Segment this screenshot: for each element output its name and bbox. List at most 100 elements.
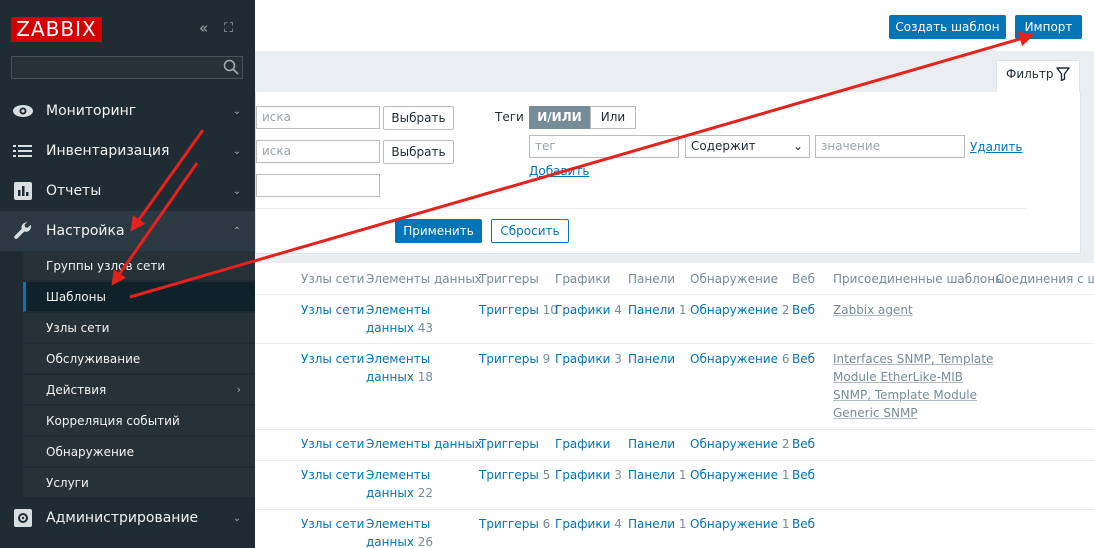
row-discovery-link[interactable]: Обнаружение 6 xyxy=(690,350,789,368)
filter-tab[interactable]: Фильтр xyxy=(996,60,1080,93)
menu-reports[interactable]: Отчеты ⌄ xyxy=(0,171,255,211)
menu-configuration[interactable]: Настройка ⌃ xyxy=(0,211,255,251)
create-template-button[interactable]: Создать шаблон xyxy=(889,15,1006,39)
row-hosts-link[interactable]: Узлы сети xyxy=(301,466,364,484)
row-graphs-link[interactable]: Графики xyxy=(555,435,610,453)
submenu-services[interactable]: Услуги xyxy=(23,468,255,498)
row-discovery-link[interactable]: Обнаружение 1 xyxy=(690,515,789,533)
chevron-down-icon: ⌄ xyxy=(232,145,242,157)
tag-value-input[interactable]: значение xyxy=(815,135,965,158)
chevron-right-icon: › xyxy=(236,383,241,396)
row-graphs-link[interactable]: Графики 4 xyxy=(555,515,622,533)
row-hosts-link[interactable]: Узлы сети xyxy=(301,435,364,453)
row-divider xyxy=(255,294,1094,295)
submenu-event-correlation[interactable]: Корреляция событий xyxy=(23,406,255,436)
row-dashboards-link[interactable]: Панели 1 xyxy=(628,301,687,319)
tag-name-input[interactable]: тег xyxy=(529,135,679,158)
template-name-input[interactable] xyxy=(256,174,380,197)
linked-template-link[interactable]: Zabbix agent xyxy=(833,301,913,319)
linked-template-link[interactable]: Module EtherLike-MIB xyxy=(833,368,963,386)
zabbix-logo[interactable]: ZABBIX xyxy=(11,17,102,42)
row-web-link[interactable]: Веб xyxy=(792,466,815,484)
search-icon[interactable] xyxy=(222,58,240,76)
row-triggers-link[interactable]: Триггеры 9 xyxy=(479,350,550,368)
apply-filter-button[interactable]: Применить xyxy=(395,219,482,243)
tags-and-or-toggle[interactable]: И/ИЛИ xyxy=(529,106,590,129)
submenu-hosts[interactable]: Узлы сети xyxy=(23,313,255,343)
submenu-actions[interactable]: Действия › xyxy=(23,375,255,405)
row-graphs-link[interactable]: Графики 3 xyxy=(555,350,622,368)
linked-template-link[interactable]: Interfaces SNMP, Template xyxy=(833,350,993,368)
menu-administration[interactable]: Администрирование ⌄ xyxy=(0,498,255,538)
row-triggers-link[interactable]: Триггеры xyxy=(479,435,539,453)
collapse-sidebar-icon[interactable]: « xyxy=(199,19,208,37)
column-header-hosts[interactable]: Узлы сети xyxy=(301,272,364,286)
column-header-dashboards[interactable]: Панели xyxy=(628,272,675,286)
submenu-templates[interactable]: Шаблоны xyxy=(23,282,255,312)
submenu-maintenance[interactable]: Обслуживание xyxy=(23,344,255,374)
row-divider xyxy=(255,343,1094,344)
wrench-icon xyxy=(0,221,46,241)
tag-operator-value: Содержит xyxy=(691,139,756,153)
select-linked-templates-button[interactable]: Выбрать xyxy=(383,140,454,164)
submenu-host-groups[interactable]: Группы узлов сети xyxy=(23,251,255,281)
row-divider xyxy=(255,460,1094,461)
row-dashboards-link[interactable]: Панели 1 xyxy=(628,515,687,533)
linked-template-link[interactable]: Generic SNMP xyxy=(833,404,918,422)
reset-filter-button[interactable]: Сбросить xyxy=(491,219,569,243)
menu-configuration-label: Настройка xyxy=(46,223,125,239)
select-template-group-button[interactable]: Выбрать xyxy=(383,106,454,130)
submenu-actions-label: Действия xyxy=(46,383,107,397)
column-header-items[interactable]: Элементы данных xyxy=(366,272,482,286)
configuration-submenu: Группы узлов сети Шаблоны Узлы сети Обсл… xyxy=(0,251,255,498)
row-hosts-link[interactable]: Узлы сети xyxy=(301,350,364,368)
menu-monitoring-label: Мониторинг xyxy=(46,103,137,119)
row-graphs-link[interactable]: Графики 3 xyxy=(555,466,622,484)
submenu-discovery[interactable]: Обнаружение xyxy=(23,437,255,467)
kiosk-mode-icon[interactable]: ⛶ xyxy=(224,21,233,36)
template-group-input[interactable]: иска xyxy=(256,106,380,129)
column-header-linked-templates[interactable]: Присоединенные шаблоны xyxy=(833,272,1005,286)
chevron-down-icon: ⌄ xyxy=(792,139,803,153)
remove-tag-link[interactable]: Удалить xyxy=(970,140,1023,154)
tag-operator-select[interactable]: Содержит ⌄ xyxy=(685,135,810,158)
row-dashboards-link[interactable]: Панели 1 xyxy=(628,466,687,484)
row-hosts-link[interactable]: Узлы сети xyxy=(301,301,364,319)
row-hosts-link[interactable]: Узлы сети xyxy=(301,515,364,533)
import-button[interactable]: Импорт xyxy=(1015,15,1082,39)
row-items-link[interactable]: Элементы данных xyxy=(366,435,482,453)
row-items-link[interactable]: Элементы данных 18 xyxy=(366,350,433,386)
row-triggers-link[interactable]: Триггеры 6 xyxy=(479,515,550,533)
row-discovery-link[interactable]: Обнаружение 1 xyxy=(690,466,789,484)
row-triggers-link[interactable]: Триггеры 10 xyxy=(479,301,558,319)
row-graphs-link[interactable]: Графики 4 xyxy=(555,301,622,319)
row-items-link[interactable]: Элементы данных 43 xyxy=(366,301,433,337)
row-web-link[interactable]: Веб xyxy=(792,515,815,533)
row-triggers-link[interactable]: Триггеры 5 xyxy=(479,466,550,484)
row-divider xyxy=(255,429,1094,430)
column-header-discovery[interactable]: Обнаружение xyxy=(690,272,778,286)
linked-template-link[interactable]: SNMP, Template Module xyxy=(833,386,977,404)
row-web-link[interactable]: Веб xyxy=(792,350,815,368)
filter-panel: иска Выбрать иска Выбрать Теги И/ИЛИ Или… xyxy=(255,92,1081,254)
row-dashboards-link[interactable]: Панели xyxy=(628,435,675,453)
row-dashboards-link[interactable]: Панели xyxy=(628,350,675,368)
row-web-link[interactable]: Веб xyxy=(792,301,815,319)
menu-inventory[interactable]: Инвентаризация ⌄ xyxy=(0,131,255,171)
add-tag-link[interactable]: Добавить xyxy=(529,164,589,178)
row-items-link[interactable]: Элементы данных 22 xyxy=(366,466,433,502)
linked-templates-input[interactable]: иска xyxy=(256,140,380,163)
menu-monitoring[interactable]: Мониторинг ⌄ xyxy=(0,91,255,131)
row-items-link[interactable]: Элементы данных 26 xyxy=(366,515,433,548)
row-web-link[interactable]: Веб xyxy=(792,435,815,453)
column-header-web[interactable]: Веб xyxy=(792,272,815,286)
row-discovery-link[interactable]: Обнаружение 2 xyxy=(690,301,789,319)
tags-label: Теги xyxy=(495,110,524,124)
column-header-linked-to[interactable]: Соединения с ша xyxy=(996,272,1094,286)
list-icon xyxy=(0,144,46,158)
tags-or-toggle[interactable]: Или xyxy=(590,106,636,129)
column-header-triggers[interactable]: Триггеры xyxy=(479,272,539,286)
row-discovery-link[interactable]: Обнаружение 2 xyxy=(690,435,789,453)
column-header-graphs[interactable]: Графики xyxy=(555,272,610,286)
sidebar-search-input[interactable] xyxy=(11,56,243,79)
